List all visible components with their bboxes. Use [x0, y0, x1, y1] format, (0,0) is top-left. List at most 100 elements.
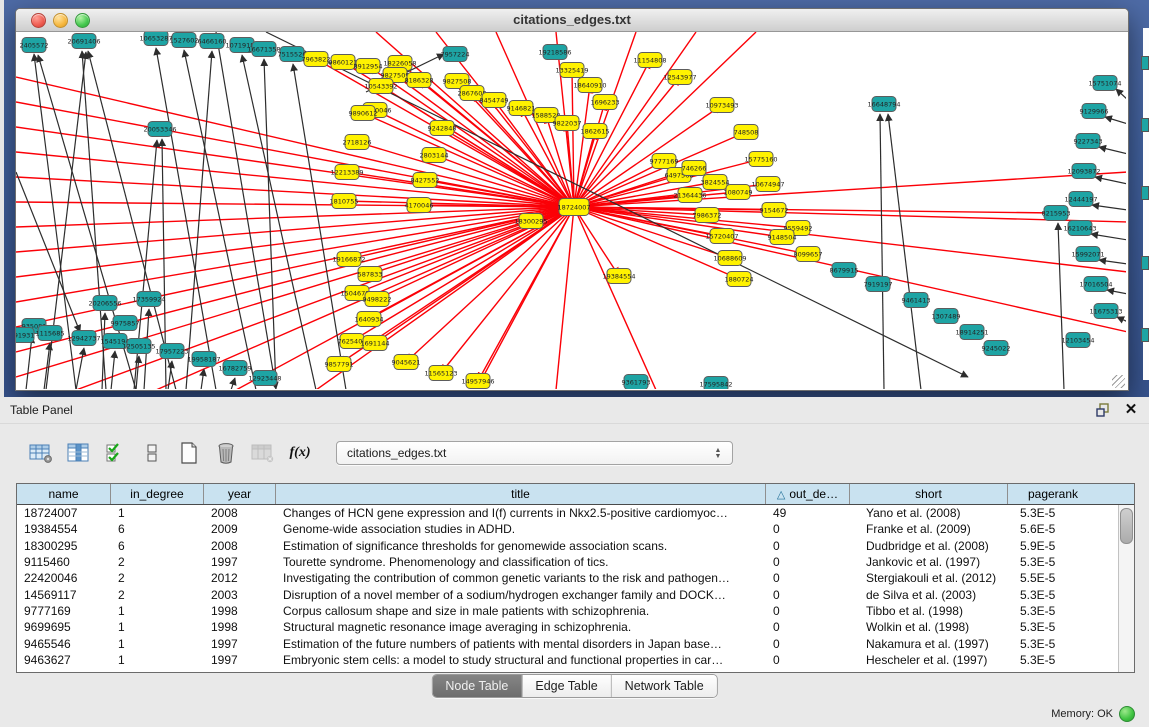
- table-cell[interactable]: Wolkin et al. (1998): [850, 620, 1008, 634]
- graph-node[interactable]: 1691144: [361, 336, 390, 351]
- graph-node[interactable]: 16210643: [1063, 221, 1096, 236]
- table-cell[interactable]: Yano et al. (2008): [850, 506, 1008, 520]
- table-row[interactable]: 1456911722003Disruption of a novel membe…: [17, 586, 1134, 602]
- table-cell[interactable]: 19384554: [17, 522, 111, 536]
- graph-node[interactable]: 11565123: [424, 366, 457, 381]
- table-cell[interactable]: Investigating the contribution of common…: [276, 571, 766, 585]
- graph-node[interactable]: 9890612: [349, 106, 378, 121]
- graph-node[interactable]: 9245022: [982, 341, 1011, 356]
- function-builder-icon[interactable]: f(x): [287, 441, 313, 465]
- graph-node[interactable]: 1115685: [36, 326, 65, 341]
- table-cell[interactable]: 5.3E-5: [1008, 620, 1098, 634]
- graph-node[interactable]: 9857791: [325, 357, 354, 372]
- graph-node[interactable]: 9822037: [553, 116, 582, 131]
- graph-node[interactable]: 8679915: [830, 263, 859, 278]
- table-cell[interactable]: 0: [766, 522, 850, 536]
- graph-node[interactable]: 16782759: [218, 361, 251, 376]
- graph-node[interactable]: 1527602: [170, 33, 199, 48]
- graph-node[interactable]: 9045621: [392, 355, 421, 370]
- column-header-pagerank[interactable]: pagerank: [1008, 484, 1098, 504]
- network-canvas[interactable]: 2405572206914061065328715276026466160107…: [16, 32, 1126, 389]
- table-cell[interactable]: 1: [111, 506, 204, 520]
- table-cell[interactable]: Estimation of significance thresholds fo…: [276, 539, 766, 553]
- table-row[interactable]: 946554611997Estimation of the future num…: [17, 635, 1134, 651]
- window-resize-grip[interactable]: [1112, 375, 1125, 388]
- table-row[interactable]: 1938455462009Genome-wide association stu…: [17, 521, 1134, 537]
- table-cell[interactable]: 2: [111, 571, 204, 585]
- graph-hub-node[interactable]: 18724007: [557, 199, 590, 216]
- graph-node[interactable]: 15751074: [1088, 76, 1121, 91]
- table-cell[interactable]: 2009: [204, 522, 276, 536]
- graph-node[interactable]: 9777169: [650, 154, 679, 169]
- table-cell[interactable]: 5.6E-5: [1008, 522, 1098, 536]
- table-select-dropdown[interactable]: citations_edges.txt ▲▼: [336, 441, 733, 465]
- table-options-icon[interactable]: [28, 441, 54, 465]
- table-cell[interactable]: 6: [111, 522, 204, 536]
- tab-network-table[interactable]: Network Table: [611, 675, 717, 697]
- graph-node[interactable]: 1080749: [724, 185, 753, 200]
- graph-node[interactable]: 9154672: [760, 203, 789, 218]
- tab-edge-table[interactable]: Edge Table: [521, 675, 610, 697]
- citation-network-graph[interactable]: 2405572206914061065328715276026466160107…: [16, 32, 1126, 389]
- graph-node[interactable]: 9148504: [768, 230, 797, 245]
- table-cell[interactable]: 49: [766, 506, 850, 520]
- table-cell[interactable]: Jankovic et al. (1997): [850, 555, 1008, 569]
- table-scrollbar[interactable]: [1118, 505, 1134, 672]
- table-cell[interactable]: 1997: [204, 653, 276, 667]
- graph-node[interactable]: 18300295: [514, 214, 547, 229]
- table-row[interactable]: 1830029562008Estimation of significance …: [17, 538, 1134, 554]
- graph-node[interactable]: 746266: [682, 161, 707, 176]
- table-cell[interactable]: Franke et al. (2009): [850, 522, 1008, 536]
- tab-node-table[interactable]: Node Table: [432, 675, 521, 697]
- graph-node[interactable]: 587833: [358, 267, 383, 282]
- table-cell[interactable]: 2003: [204, 588, 276, 602]
- table-cell[interactable]: 5.9E-5: [1008, 539, 1098, 553]
- table-cell[interactable]: 0: [766, 588, 850, 602]
- column-header-out_de[interactable]: △out_de…: [766, 484, 850, 504]
- table-cell[interactable]: Changes of HCN gene expression and I(f) …: [276, 506, 766, 520]
- table-cell[interactable]: 0: [766, 604, 850, 618]
- table-cell[interactable]: 1998: [204, 620, 276, 634]
- close-panel-icon[interactable]: ✕: [1123, 402, 1139, 418]
- graph-node[interactable]: 11675313: [1089, 304, 1122, 319]
- table-cell[interactable]: de Silva et al. (2003): [850, 588, 1008, 602]
- graph-node[interactable]: 12505135: [122, 339, 155, 354]
- table-cell[interactable]: 5.3E-5: [1008, 653, 1098, 667]
- table-cell[interactable]: 5.3E-5: [1008, 506, 1098, 520]
- table-cell[interactable]: 1: [111, 637, 204, 651]
- graph-node[interactable]: 9975857: [111, 316, 140, 331]
- graph-node[interactable]: 18914251: [955, 325, 988, 340]
- graph-node[interactable]: 2405572: [20, 38, 49, 53]
- graph-node[interactable]: 17016504: [1079, 277, 1112, 292]
- graph-node[interactable]: 1696233: [591, 95, 620, 110]
- table-row[interactable]: 946362711997Embryonic stem cells: a mode…: [17, 652, 1134, 668]
- table-cell[interactable]: 5.3E-5: [1008, 604, 1098, 618]
- delete-table-disabled-icon[interactable]: [250, 441, 276, 465]
- table-cell[interactable]: 1997: [204, 555, 276, 569]
- table-cell[interactable]: 1: [111, 620, 204, 634]
- table-cell[interactable]: Genome-wide association studies in ADHD.: [276, 522, 766, 536]
- graph-node[interactable]: 10543392: [364, 79, 397, 94]
- table-cell[interactable]: Tourette syndrome. Phenomenology and cla…: [276, 555, 766, 569]
- graph-node[interactable]: 9461413: [902, 293, 931, 308]
- float-panel-icon[interactable]: [1095, 402, 1111, 418]
- graph-node[interactable]: 17359924: [132, 292, 165, 307]
- graph-node[interactable]: 8427552: [411, 173, 440, 188]
- table-cell[interactable]: 1: [111, 604, 204, 618]
- graph-node[interactable]: 1862615: [581, 124, 610, 139]
- table-cell[interactable]: Dudbridge et al. (2008): [850, 539, 1008, 553]
- table-cell[interactable]: Embryonic stem cells: a model to study s…: [276, 653, 766, 667]
- table-cell[interactable]: 5.3E-5: [1008, 555, 1098, 569]
- graph-node[interactable]: 12444197: [1064, 192, 1097, 207]
- close-window-button[interactable]: [31, 13, 46, 28]
- table-row[interactable]: 2242004622012Investigating the contribut…: [17, 570, 1134, 586]
- graph-node[interactable]: 12543977: [663, 70, 696, 85]
- graph-node[interactable]: 19384554: [602, 269, 635, 284]
- column-header-in_degree[interactable]: in_degree: [111, 484, 204, 504]
- graph-node[interactable]: 8215953: [1042, 206, 1071, 221]
- table-row[interactable]: 1872400712008Changes of HCN gene express…: [17, 505, 1134, 521]
- table-cell[interactable]: 9699695: [17, 620, 111, 634]
- graph-node[interactable]: 12923448: [248, 371, 281, 386]
- graph-node[interactable]: 10973493: [705, 98, 738, 113]
- table-cell[interactable]: 2: [111, 555, 204, 569]
